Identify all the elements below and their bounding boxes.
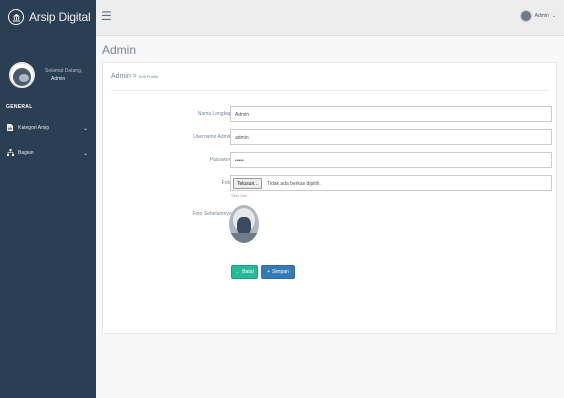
sidebar-item-kategori-arsip[interactable]: Kategori Arsip ⌄ [0, 122, 96, 134]
bank-icon [8, 9, 24, 25]
breadcrumb: Admin > Edit Profile [111, 73, 158, 80]
user-menu[interactable]: Admin ⌄ [519, 10, 556, 22]
previous-photo [229, 205, 259, 243]
sitemap-icon [7, 148, 14, 158]
avatar [9, 62, 35, 88]
password-field[interactable]: ••••• [230, 152, 552, 168]
menu-toggle-icon[interactable]: ☰ [101, 9, 112, 23]
sidebar-item-label: Kategori Arsip [18, 125, 50, 131]
sidebar-profile: Selamat Datang, Admin [0, 34, 96, 106]
avatar [519, 10, 532, 22]
file-icon [7, 123, 14, 133]
arrow-left-icon: ← [235, 269, 241, 275]
greeting-text: Selamat Datang, [45, 68, 83, 74]
file-input[interactable]: Telusuri... Tidak ada berkas dipilih. [230, 175, 552, 191]
sidebar-item-label: Bagian [18, 150, 34, 156]
breadcrumb-sub: Edit Profile [138, 74, 159, 79]
app-title: Arsip Digital [29, 10, 91, 24]
form-label: Foto Sebelumnya * [192, 211, 235, 217]
main-content: Admin Admin > Edit Profile Nama Lengkap … [96, 36, 564, 398]
username-field[interactable]: admin [230, 129, 552, 145]
form-label: Username Admin * [193, 134, 235, 140]
section-label-general: GENERAL [6, 104, 33, 110]
nama-lengkap-field[interactable]: Admin [230, 106, 552, 122]
browse-button[interactable]: Telusuri... [233, 178, 263, 189]
divider [111, 90, 548, 91]
save-button[interactable]: + Simpan [261, 265, 295, 279]
chevron-down-icon: ⌄ [82, 150, 88, 157]
form-row-foto: Foto * Telusuri... Tidak ada berkas dipi… [103, 175, 558, 191]
chevron-down-icon: ⌄ [82, 125, 88, 132]
form-row-prev-photo: Foto Sebelumnya * [103, 206, 558, 222]
help-text: *Max 2mb [231, 194, 247, 198]
file-status: Tidak ada berkas dipilih. [267, 181, 321, 187]
form-panel: Admin > Edit Profile Nama Lengkap * Admi… [102, 62, 557, 334]
chevron-down-icon: ⌄ [551, 13, 556, 19]
form-row-password: Password * ••••• [103, 152, 558, 168]
breadcrumb-main: Admin > [111, 73, 137, 80]
cancel-button[interactable]: ← Batal [231, 265, 258, 279]
brand[interactable]: Arsip Digital [0, 0, 96, 34]
sidebar-item-bagian[interactable]: Bagian ⌄ [0, 147, 96, 159]
user-menu-label: Admin [534, 13, 549, 19]
page-title: Admin [102, 43, 137, 57]
user-name: Admin [51, 76, 66, 82]
top-navbar: ☰ Admin ⌄ [96, 0, 564, 36]
sidebar: Arsip Digital Selamat Datang, Admin GENE… [0, 0, 96, 398]
form-row-username: Username Admin * admin [103, 129, 558, 145]
plus-icon: + [267, 269, 270, 275]
form-row-nama: Nama Lengkap * Admin [103, 106, 558, 122]
